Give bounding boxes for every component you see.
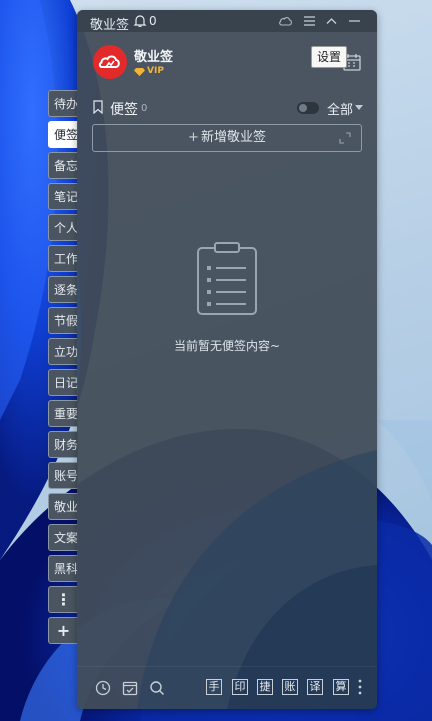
side-tab-account[interactable]: 账号 [48, 462, 78, 489]
side-tab-merit[interactable]: 立功 [48, 338, 78, 365]
print-button[interactable]: 印 [232, 679, 248, 695]
translate-button[interactable]: 译 [307, 679, 323, 695]
bell-icon[interactable] [133, 14, 147, 28]
show-completed-toggle[interactable] [297, 102, 319, 114]
empty-state-message: 当前暂无便签内容~ [173, 339, 281, 353]
more-vertical-icon[interactable] [358, 678, 362, 696]
side-tab-dedicated[interactable]: 敬业 [48, 493, 78, 520]
side-tab-work[interactable]: 工作 [48, 245, 78, 272]
settings-tooltip: 设置 [311, 46, 347, 68]
shortcut-button[interactable]: 捷 [257, 679, 273, 695]
search-icon[interactable] [149, 680, 165, 696]
accounting-button[interactable]: 账 [282, 679, 298, 695]
side-tab-diary[interactable]: 日记 [48, 369, 78, 396]
cloud-icon[interactable] [278, 14, 293, 28]
vip-badge: VIP [147, 66, 164, 76]
plus-icon: + [188, 130, 199, 145]
avatar[interactable] [93, 45, 127, 79]
clock-icon[interactable] [95, 680, 111, 696]
side-tab-todo[interactable]: 待办 [48, 90, 78, 117]
side-tab-copywriting[interactable]: 文案 [48, 524, 78, 551]
calculator-button[interactable]: 算 [333, 679, 349, 695]
side-tab-important[interactable]: 重要 [48, 400, 78, 427]
vip-gem-icon [134, 68, 145, 76]
profile-name: 敬业签 [134, 50, 174, 65]
filter-dropdown[interactable]: 全部 [327, 99, 353, 118]
note-flag-icon [93, 100, 103, 114]
add-note-button[interactable]: + 新增敬业签 [92, 124, 362, 152]
add-note-label: 新增敬业签 [200, 130, 266, 145]
minimize-icon[interactable] [347, 14, 362, 28]
app-logo-icon [98, 55, 120, 68]
notes-heading: 便签 [110, 102, 138, 118]
side-tab-notes[interactable]: 便签 [48, 121, 78, 148]
handwriting-button[interactable]: 手 [206, 679, 222, 695]
side-tab-holiday[interactable]: 节假 [48, 307, 78, 334]
side-tab-tech[interactable]: 黑科 [48, 555, 78, 582]
side-tab-journal[interactable]: 笔记 [48, 183, 78, 210]
chevron-down-icon[interactable] [355, 105, 363, 110]
side-tab-finance[interactable]: 财务 [48, 431, 78, 458]
toggle-knob [299, 104, 307, 112]
side-tab-itemized[interactable]: 逐条 [48, 276, 78, 303]
side-tab-memo[interactable]: 备忘 [48, 152, 78, 179]
side-tab-add[interactable]: + [48, 617, 78, 644]
side-tab-personal[interactable]: 个人 [48, 214, 78, 241]
menu-icon[interactable] [302, 14, 317, 28]
clipboard-icon [197, 242, 257, 315]
notes-window: 敬业签 0 敬业签 VIP 设置 便签 0 全部 + 新增敬业签 当前暂无便签内… [77, 10, 377, 709]
task-check-icon[interactable] [122, 680, 138, 696]
title-bar: 敬业签 0 [77, 10, 377, 33]
window-title: 敬业签 [90, 18, 130, 33]
chevron-up-icon[interactable] [324, 14, 339, 28]
side-tab-more[interactable]: ⋮ [48, 586, 78, 613]
notification-count: 0 [149, 14, 157, 28]
expand-icon[interactable] [339, 132, 351, 144]
notes-count: 0 [141, 103, 148, 114]
